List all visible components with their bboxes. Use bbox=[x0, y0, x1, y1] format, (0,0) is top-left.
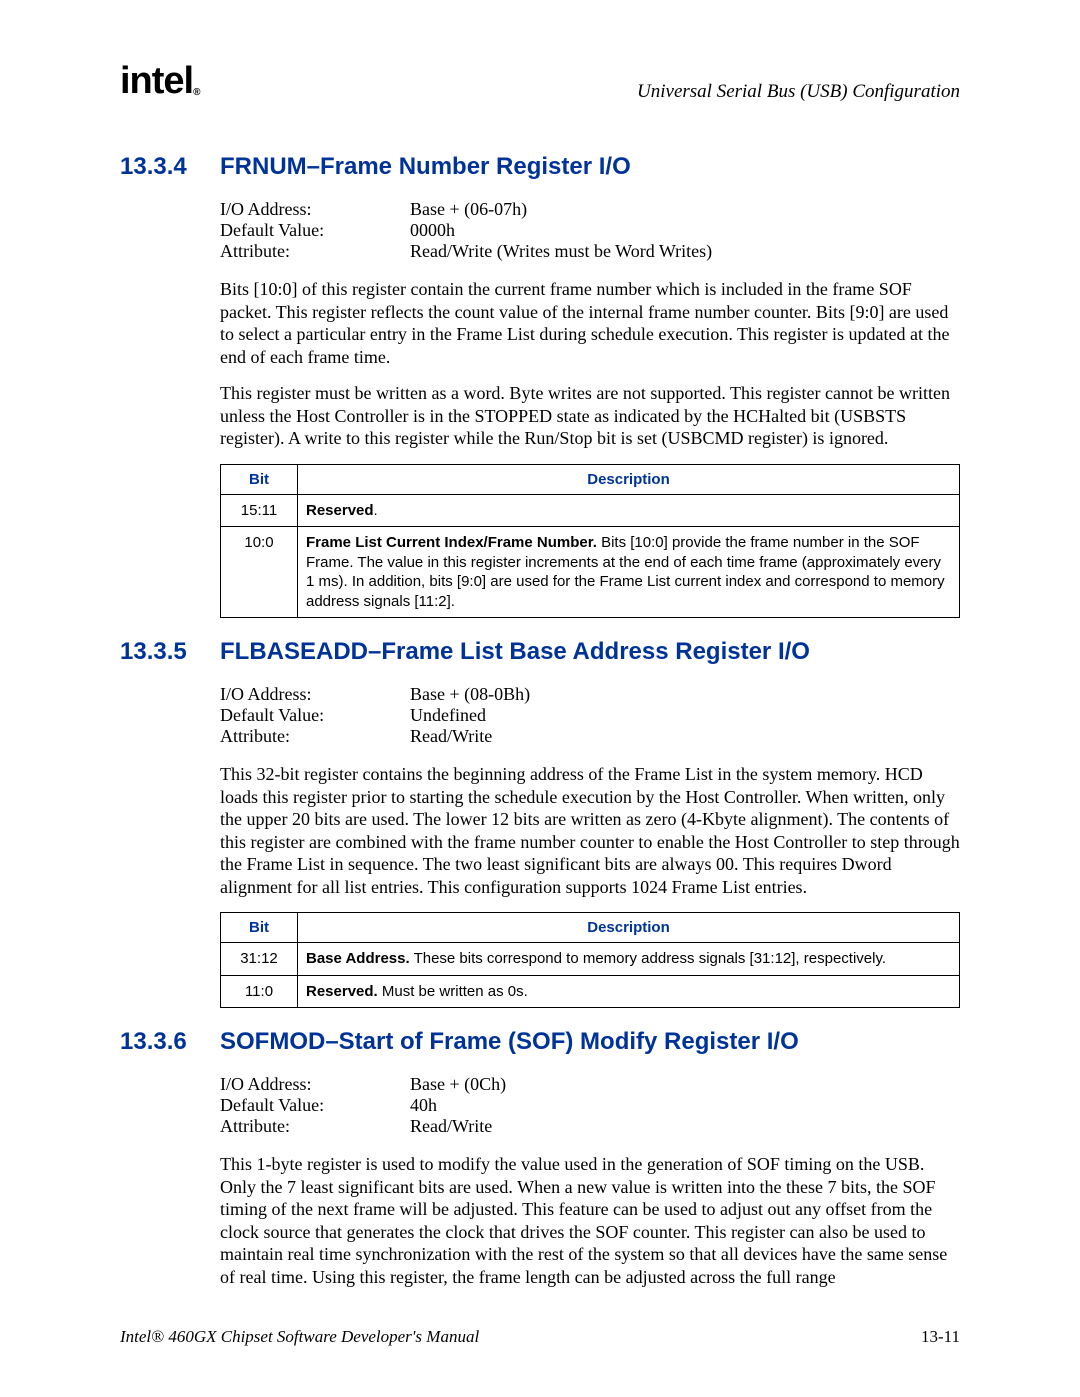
desc-cell: Reserved. Must be written as 0s. bbox=[298, 975, 960, 1008]
section-1-attrs: I/O Address:Base + (06-07h) Default Valu… bbox=[220, 199, 712, 262]
section-2-header: 13.3.5 FLBASEADD–Frame List Base Address… bbox=[120, 638, 960, 666]
attr-value: Base + (0Ch) bbox=[410, 1074, 506, 1095]
section-1-title: FRNUM–Frame Number Register I/O bbox=[220, 153, 631, 181]
attr-value: Read/Write bbox=[410, 1116, 506, 1137]
th-description: Description bbox=[298, 913, 960, 943]
section-2-body: I/O Address:Base + (08-0Bh) Default Valu… bbox=[220, 684, 960, 1008]
section-2-number: 13.3.5 bbox=[120, 638, 220, 666]
attr-label: I/O Address: bbox=[220, 1074, 410, 1095]
page-header: intel® Universal Serial Bus (USB) Config… bbox=[120, 60, 960, 103]
desc-bold: Reserved bbox=[306, 502, 374, 519]
section-1-para-1: Bits [10:0] of this register contain the… bbox=[220, 278, 960, 368]
attr-value: 40h bbox=[410, 1095, 506, 1116]
desc-bold: Reserved. bbox=[306, 983, 378, 1000]
section-1-para-2: This register must be written as a word.… bbox=[220, 382, 960, 450]
table-row: 10:0 Frame List Current Index/Frame Numb… bbox=[221, 527, 960, 618]
bit-cell: 11:0 bbox=[221, 975, 298, 1008]
desc-text: Must be written as 0s. bbox=[378, 983, 528, 1000]
attr-value: Read/Write (Writes must be Word Writes) bbox=[410, 241, 712, 262]
desc-bold: Base Address. bbox=[306, 950, 410, 967]
section-1-number: 13.3.4 bbox=[120, 153, 220, 181]
bit-cell: 31:12 bbox=[221, 943, 298, 976]
bit-cell: 10:0 bbox=[221, 527, 298, 618]
attr-label: Default Value: bbox=[220, 1095, 410, 1116]
section-1-header: 13.3.4 FRNUM–Frame Number Register I/O bbox=[120, 153, 960, 181]
section-3-para-1: This 1-byte register is used to modify t… bbox=[220, 1153, 960, 1288]
attr-label: Attribute: bbox=[220, 1116, 410, 1137]
attr-label: Default Value: bbox=[220, 220, 410, 241]
attr-value: Read/Write bbox=[410, 726, 530, 747]
attr-value: Base + (08-0Bh) bbox=[410, 684, 530, 705]
table-row: 11:0 Reserved. Must be written as 0s. bbox=[221, 975, 960, 1008]
bit-cell: 15:11 bbox=[221, 494, 298, 527]
desc-text: . bbox=[374, 502, 378, 519]
section-3-header: 13.3.6 SOFMOD–Start of Frame (SOF) Modif… bbox=[120, 1028, 960, 1056]
page-footer: Intel® 460GX Chipset Software Developer'… bbox=[120, 1327, 960, 1347]
desc-cell: Reserved. bbox=[298, 494, 960, 527]
attr-label: Default Value: bbox=[220, 705, 410, 726]
section-1-body: I/O Address:Base + (06-07h) Default Valu… bbox=[220, 199, 960, 618]
th-bit: Bit bbox=[221, 913, 298, 943]
desc-cell: Base Address. These bits correspond to m… bbox=[298, 943, 960, 976]
attr-label: I/O Address: bbox=[220, 684, 410, 705]
section-2-title: FLBASEADD–Frame List Base Address Regist… bbox=[220, 638, 810, 666]
attr-value: 0000h bbox=[410, 220, 712, 241]
logo-text: intel bbox=[120, 60, 193, 102]
page-number: 13-11 bbox=[921, 1327, 960, 1347]
section-2-para-1: This 32-bit register contains the beginn… bbox=[220, 763, 960, 898]
attr-label: Attribute: bbox=[220, 726, 410, 747]
logo-registered: ® bbox=[193, 87, 199, 98]
desc-cell: Frame List Current Index/Frame Number. B… bbox=[298, 527, 960, 618]
intel-logo: intel® bbox=[120, 60, 200, 103]
attr-value: Base + (06-07h) bbox=[410, 199, 712, 220]
attr-label: Attribute: bbox=[220, 241, 410, 262]
section-3-body: I/O Address:Base + (0Ch) Default Value:4… bbox=[220, 1074, 960, 1288]
footer-left: Intel® 460GX Chipset Software Developer'… bbox=[120, 1327, 479, 1347]
section-3-title: SOFMOD–Start of Frame (SOF) Modify Regis… bbox=[220, 1028, 799, 1056]
attr-label: I/O Address: bbox=[220, 199, 410, 220]
table-row: 15:11 Reserved. bbox=[221, 494, 960, 527]
attr-value: Undefined bbox=[410, 705, 530, 726]
section-1-bit-table: Bit Description 15:11 Reserved. 10:0 Fra… bbox=[220, 464, 960, 619]
section-3-number: 13.3.6 bbox=[120, 1028, 220, 1056]
th-bit: Bit bbox=[221, 464, 298, 494]
th-description: Description bbox=[298, 464, 960, 494]
doc-section-title: Universal Serial Bus (USB) Configuration bbox=[637, 81, 960, 103]
section-2-bit-table: Bit Description 31:12 Base Address. Thes… bbox=[220, 912, 960, 1008]
section-2-attrs: I/O Address:Base + (08-0Bh) Default Valu… bbox=[220, 684, 530, 747]
desc-text: These bits correspond to memory address … bbox=[410, 950, 886, 967]
section-3-attrs: I/O Address:Base + (0Ch) Default Value:4… bbox=[220, 1074, 506, 1137]
desc-bold: Frame List Current Index/Frame Number. bbox=[306, 534, 597, 551]
table-row: 31:12 Base Address. These bits correspon… bbox=[221, 943, 960, 976]
